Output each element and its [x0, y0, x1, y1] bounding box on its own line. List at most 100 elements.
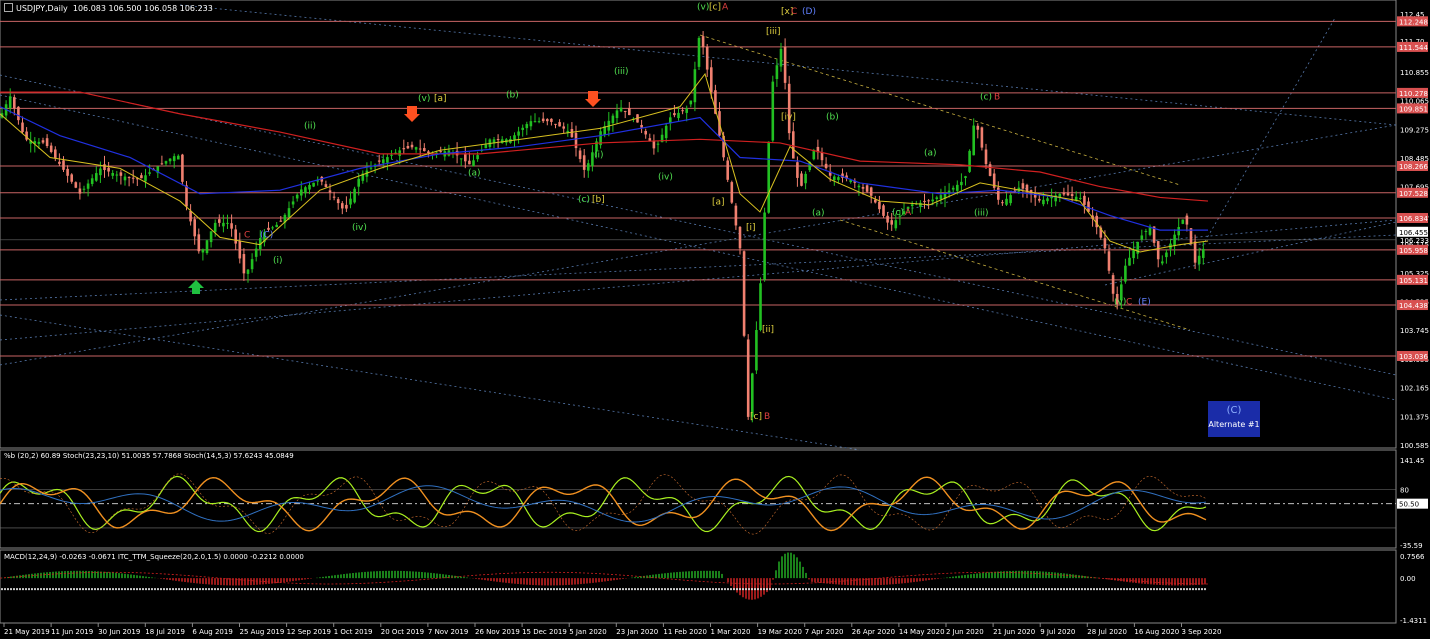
x-tick-label: 9 Jul 2020	[1040, 628, 1075, 636]
candle-body	[1140, 235, 1144, 240]
squeeze-dot	[547, 588, 549, 591]
candle-body	[787, 83, 791, 134]
x-tick-label: 18 Jul 2019	[145, 628, 185, 636]
squeeze-dot	[1120, 588, 1122, 591]
squeeze-dot	[481, 588, 483, 591]
candle-body	[402, 148, 406, 150]
wave-label: (a)	[924, 149, 937, 159]
x-tick-label: 6 Aug 2019	[192, 628, 232, 636]
squeeze-dot	[64, 588, 66, 591]
squeeze-dot	[865, 588, 867, 591]
squeeze-dot	[685, 588, 687, 591]
squeeze-dot	[361, 588, 363, 591]
squeeze-dot	[259, 588, 261, 591]
squeeze-dot	[718, 588, 720, 591]
squeeze-dot	[28, 588, 30, 591]
squeeze-dot	[463, 588, 465, 591]
squeeze-dot	[982, 588, 984, 591]
squeeze-dot	[445, 588, 447, 591]
osc-current-label: 50.50	[1399, 501, 1419, 509]
squeeze-dot	[352, 588, 354, 591]
candle-body	[878, 201, 881, 210]
squeeze-dot	[1162, 588, 1164, 591]
squeeze-dot	[778, 588, 780, 591]
wave-label: [a]	[712, 198, 725, 208]
squeeze-dot	[175, 588, 177, 591]
squeeze-dot	[847, 588, 849, 591]
candle-body	[759, 283, 762, 331]
squeeze-dot	[25, 588, 27, 591]
alternate-wave-box[interactable]: (C) Alternate #1	[1208, 401, 1260, 437]
candle-body	[951, 187, 955, 190]
squeeze-dot	[325, 588, 327, 591]
candle-body	[410, 144, 414, 148]
squeeze-dot	[181, 588, 183, 591]
candle-body	[931, 199, 934, 202]
candle-body	[468, 160, 471, 165]
candle-body	[1165, 252, 1168, 258]
squeeze-dot	[631, 588, 633, 591]
squeeze-dot	[622, 588, 624, 591]
candle-body	[103, 164, 106, 171]
candle-body	[386, 157, 389, 163]
squeeze-dot	[733, 588, 735, 591]
wave-label: (D)	[802, 7, 816, 17]
trendline	[0, 124, 1397, 366]
candle-body	[45, 138, 49, 147]
squeeze-dot	[415, 588, 417, 591]
squeeze-dot	[133, 588, 135, 591]
squeeze-dot	[373, 588, 375, 591]
x-tick-label: 1 Mar 2020	[711, 628, 751, 636]
wave-label: (v)	[418, 94, 430, 104]
last-price-label: 106.233	[1400, 237, 1429, 245]
candle-body	[459, 158, 463, 160]
candle-body	[541, 118, 545, 122]
squeeze-dot	[1042, 588, 1044, 591]
squeeze-dot	[1144, 588, 1146, 591]
candle-body	[689, 100, 693, 105]
candle-body	[533, 121, 537, 123]
candle-body	[677, 112, 680, 119]
squeeze-dot	[460, 588, 462, 591]
price-level-label: 107.528	[1399, 190, 1428, 198]
wave-label: [c]	[750, 412, 762, 422]
macd-tick-label: -1.4311	[1400, 617, 1427, 625]
candle-body	[775, 65, 779, 80]
wave-label: C	[1126, 298, 1132, 308]
candle-body	[644, 130, 647, 135]
candle-body	[21, 122, 24, 133]
squeeze-dot	[292, 588, 294, 591]
squeeze-dot	[1165, 588, 1167, 591]
squeeze-dot	[406, 588, 408, 591]
squeeze-dot	[337, 588, 339, 591]
symbol-info: USDJPY,Daily	[16, 4, 68, 13]
x-tick-label: 5 Jan 2020	[569, 628, 607, 636]
candle-body	[74, 182, 78, 188]
squeeze-dot	[394, 588, 396, 591]
wave-label: (v)	[697, 3, 709, 13]
candle-body	[287, 208, 291, 218]
squeeze-dot	[34, 588, 36, 591]
squeeze-dot	[199, 588, 201, 591]
squeeze-dot	[247, 588, 249, 591]
squeeze-dot	[922, 588, 924, 591]
squeeze-dot	[565, 588, 567, 591]
squeeze-dot	[1021, 588, 1023, 591]
candle-body	[496, 139, 500, 141]
squeeze-dot	[1186, 588, 1188, 591]
squeeze-dot	[550, 588, 552, 591]
squeeze-dot	[802, 588, 804, 591]
squeeze-dot	[478, 588, 480, 591]
squeeze-dot	[112, 588, 114, 591]
x-tick-label: 1 Oct 2019	[334, 628, 373, 636]
candle-body	[1144, 230, 1148, 232]
candle-body	[13, 97, 16, 109]
candle-body	[349, 198, 352, 205]
candle-body	[275, 224, 278, 228]
candle-body	[418, 148, 422, 150]
price-level-label: 104.438	[1399, 302, 1428, 310]
squeeze-dot	[85, 588, 87, 591]
candle-body	[197, 234, 201, 252]
squeeze-dot	[1108, 588, 1110, 591]
squeeze-dot	[172, 588, 174, 591]
